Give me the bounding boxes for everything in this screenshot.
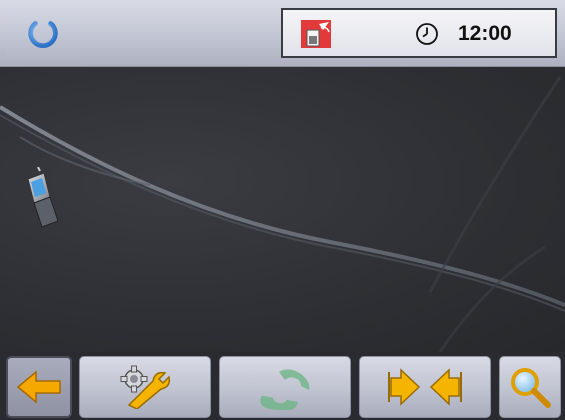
clock-icon — [416, 23, 438, 45]
phone-handset-icon — [260, 369, 310, 410]
power-button[interactable] — [6, 7, 80, 59]
mobile-phone-icon — [27, 167, 59, 228]
search-button[interactable] — [499, 356, 561, 418]
power-icon — [28, 15, 58, 48]
route-merge-icon — [388, 368, 462, 406]
status-panel: 12:00 — [281, 8, 557, 58]
top-status-bar: 12:00 — [0, 0, 565, 67]
bottom-toolbar — [0, 352, 565, 420]
map-view[interactable] — [0, 67, 565, 352]
search-icon — [511, 368, 551, 408]
route-button[interactable] — [359, 356, 491, 418]
clock-time: 12:00 — [458, 22, 512, 45]
back-button[interactable] — [6, 356, 72, 418]
settings-tools-icon — [120, 365, 171, 409]
back-arrow-icon — [16, 370, 61, 404]
map-roads — [0, 76, 565, 352]
settings-button[interactable] — [79, 356, 211, 418]
phone-button — [219, 356, 351, 418]
memory-card-icon — [301, 20, 331, 48]
